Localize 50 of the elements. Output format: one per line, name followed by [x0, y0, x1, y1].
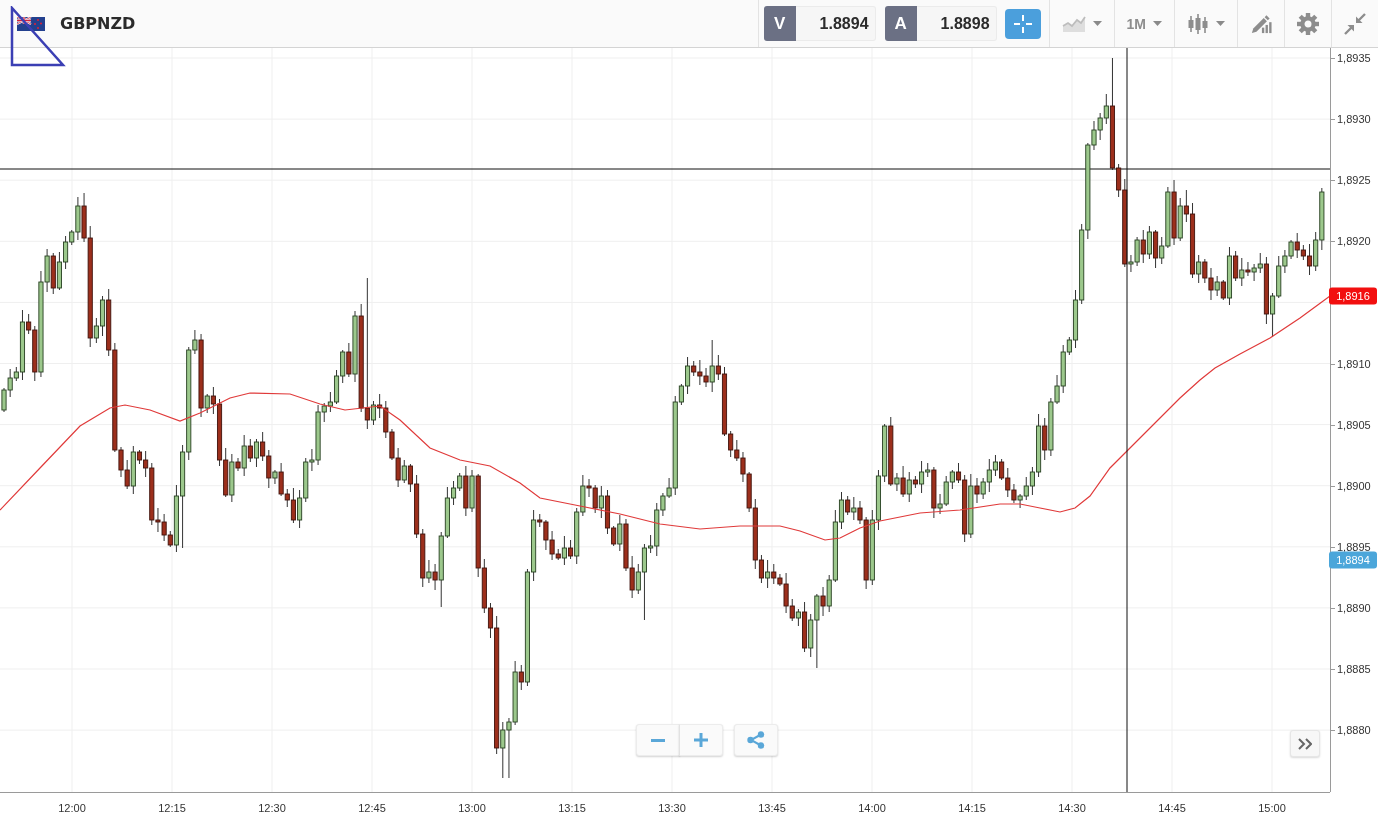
price-axis-label: 1,8895 [1337, 540, 1371, 553]
quote-price: 1.8898 [916, 6, 997, 41]
price-axis-label: 1,8930 [1337, 113, 1371, 126]
time-axis-label: 14:15 [958, 802, 986, 814]
plus-icon [694, 733, 708, 747]
time-axis-label: 12:00 [58, 802, 86, 814]
price-axis-label: 1,8925 [1337, 174, 1371, 187]
price-marker: 1,8916 [1329, 287, 1377, 305]
share-icon [747, 731, 765, 749]
price-axis-label: 1,8910 [1337, 357, 1371, 370]
quote-price: 1.8894 [795, 6, 876, 41]
crosshair-button[interactable] [1004, 8, 1041, 39]
settings-icon [1297, 12, 1319, 35]
time-axis-label: 13:30 [658, 802, 686, 814]
zoom-out-button[interactable] [636, 724, 680, 756]
price-axis-label: 1,8920 [1337, 235, 1371, 248]
collapse-icon [1344, 12, 1366, 35]
time-axis-label: 13:15 [558, 802, 586, 814]
scroll-to-latest-button[interactable] [1290, 730, 1320, 757]
time-axis-label: 14:45 [1158, 802, 1186, 814]
interval-button[interactable]: 1M [1126, 8, 1162, 39]
price-axis-label: 1,8900 [1337, 479, 1371, 492]
caret-icon [1216, 21, 1225, 26]
price-axis-label: 1,8935 [1337, 52, 1371, 64]
time-axis-label: 15:00 [1258, 802, 1286, 814]
double-chevron-icon [1298, 737, 1312, 750]
crosshair-icon [1012, 13, 1033, 34]
caret-icon [1153, 21, 1162, 26]
pencil-icon [1250, 13, 1272, 34]
quote-side-label: A [884, 6, 917, 41]
time-axis-label: 13:45 [758, 802, 786, 814]
area-chart-icon [1061, 14, 1086, 33]
price-axis-label: 1,8890 [1337, 601, 1371, 614]
quote-side-label: V [763, 6, 796, 41]
time-axis-label: 12:45 [358, 802, 386, 814]
symbol-title: GBPNZD [60, 14, 136, 33]
share-button[interactable] [734, 724, 778, 756]
price-axis-label: 1,8885 [1337, 663, 1371, 675]
time-axis-label: 14:00 [858, 802, 886, 814]
candlestick-icon [1187, 12, 1209, 35]
time-axis-label: 13:00 [458, 802, 486, 814]
price-marker: 1,8894 [1329, 551, 1377, 569]
time-axis-label: 12:15 [158, 802, 186, 814]
time-axis-label: 14:30 [1058, 802, 1086, 814]
time-axis-label: 12:30 [258, 802, 286, 814]
zoom-in-button[interactable] [679, 724, 723, 756]
price-axis-label: 1,8880 [1337, 724, 1371, 737]
caret-icon [1092, 21, 1102, 26]
minus-icon [651, 738, 665, 742]
price-axis-label: 1,8905 [1337, 418, 1371, 431]
